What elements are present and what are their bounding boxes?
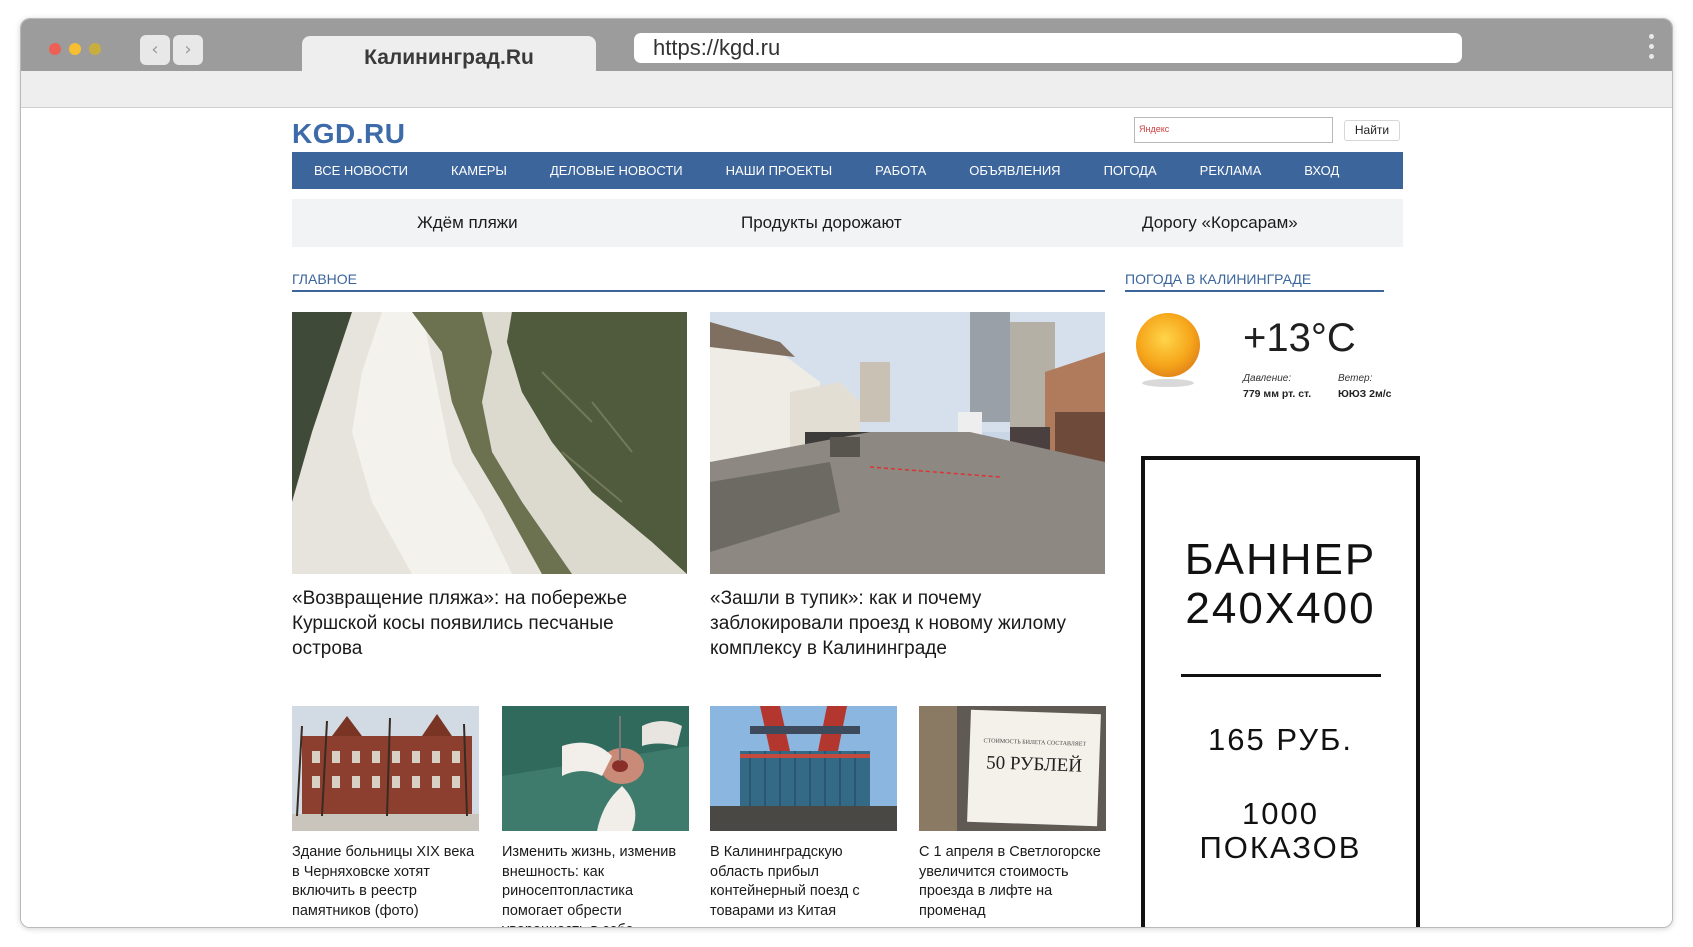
- hot-topics-bar: Ждём пляжи Продукты дорожают Дорогу «Кор…: [292, 199, 1403, 247]
- section-divider: [292, 290, 1105, 292]
- search-input[interactable]: Яндекс: [1134, 117, 1333, 143]
- nav-item-cameras[interactable]: КАМЕРЫ: [451, 152, 507, 189]
- big-story-title[interactable]: «Зашли в тупик»: как и почему заблокиров…: [710, 586, 1105, 661]
- site-logo[interactable]: KGD.RU: [292, 118, 405, 150]
- browser-window: ‹ › Калининград.Ru https://kgd.ru KGD.RU…: [20, 18, 1673, 928]
- sign-heading: СТОИМОСТЬ БИЛЕТА СОСТАВЛЯЕТ: [983, 738, 1087, 748]
- price-sign: СТОИМОСТЬ БИЛЕТА СОСТАВЛЯЕТ 50 РУБЛЕЙ: [967, 709, 1101, 827]
- banner-impressions-label: ПОКАЗОВ: [1199, 830, 1362, 865]
- nav-item-projects[interactable]: НАШИ ПРОЕКТЫ: [726, 152, 832, 189]
- main-section-title: ГЛАВНОЕ: [292, 271, 357, 287]
- back-button[interactable]: ‹: [140, 35, 170, 65]
- pressure-value: 779 мм рт. ст.: [1243, 388, 1312, 400]
- pressure-label: Давление:: [1243, 373, 1292, 384]
- ad-banner-placeholder[interactable]: БАННЕР 240X400 165 РУБ. 1000 ПОКАЗОВ: [1141, 456, 1420, 927]
- nav-item-weather[interactable]: ПОГОДА: [1104, 152, 1157, 189]
- window-controls: [49, 43, 101, 55]
- search-button[interactable]: Найти: [1344, 120, 1400, 141]
- small-story-title[interactable]: В Калининградскую область прибыл контейн…: [710, 843, 897, 921]
- nav-item-jobs[interactable]: РАБОТА: [875, 152, 926, 189]
- blocked-street-photo[interactable]: [710, 312, 1105, 574]
- small-story-title[interactable]: С 1 апреля в Светлогорске увеличится сто…: [919, 843, 1106, 921]
- ticket-price-sign-photo[interactable]: СТОИМОСТЬ БИЛЕТА СОСТАВЛЯЕТ 50 РУБЛЕЙ: [919, 706, 1106, 831]
- banner-divider: [1181, 674, 1381, 677]
- small-story-title[interactable]: Изменить жизнь, изменив внешность: как р…: [502, 843, 689, 927]
- big-story-title[interactable]: «Возвращение пляжа»: на побережье Куршск…: [292, 586, 687, 661]
- weather-temperature: +13°C: [1243, 316, 1356, 360]
- address-bar[interactable]: https://kgd.ru: [634, 33, 1462, 63]
- sign-price: 50 РУБЛЕЙ: [985, 752, 1083, 777]
- nav-item-all-news[interactable]: ВСЕ НОВОСТИ: [314, 152, 408, 189]
- nav-item-login[interactable]: ВХОД: [1304, 152, 1339, 189]
- banner-size: 240X400: [1185, 584, 1376, 633]
- section-divider: [1125, 290, 1384, 292]
- wind-label: Ветер:: [1338, 373, 1373, 384]
- nav-item-business-news[interactable]: ДЕЛОВЫЕ НОВОСТИ: [550, 152, 683, 189]
- browser-tab[interactable]: Калининград.Ru: [302, 36, 596, 74]
- hot-topic-link[interactable]: Ждём пляжи: [417, 213, 518, 233]
- hot-topic-link[interactable]: Дорогу «Корсарам»: [1142, 213, 1298, 233]
- banner-price: 165 РУБ.: [1208, 722, 1353, 757]
- wind-value: ЮЮЗ 2м/с: [1338, 388, 1392, 400]
- browser-titlebar: ‹ › Калининград.Ru https://kgd.ru: [21, 19, 1672, 74]
- browser-menu-icon[interactable]: [1649, 34, 1655, 59]
- weather-section-title[interactable]: ПОГОДА В КАЛИНИНГРАДЕ: [1125, 271, 1311, 287]
- minimize-window-button[interactable]: [69, 43, 81, 55]
- browser-toolbar: [21, 71, 1672, 108]
- container-crane-photo[interactable]: [710, 706, 897, 831]
- close-window-button[interactable]: [49, 43, 61, 55]
- banner-title: БАННЕР: [1184, 535, 1377, 584]
- aerial-beach-photo[interactable]: [292, 312, 687, 574]
- web-page: KGD.RU Яндекс Найти ВСЕ НОВОСТИ КАМЕРЫ Д…: [21, 109, 1672, 927]
- banner-impressions-count: 1000: [1242, 796, 1319, 831]
- forward-button[interactable]: ›: [173, 35, 203, 65]
- nav-item-advertising[interactable]: РЕКЛАМА: [1200, 152, 1262, 189]
- main-navigation: ВСЕ НОВОСТИ КАМЕРЫ ДЕЛОВЫЕ НОВОСТИ НАШИ …: [292, 152, 1403, 189]
- door-frame: [919, 706, 957, 831]
- surgery-photo[interactable]: [502, 706, 689, 831]
- nav-item-classifieds[interactable]: ОБЪЯВЛЕНИЯ: [969, 152, 1060, 189]
- hospital-building-photo[interactable]: [292, 706, 479, 831]
- zoom-window-button[interactable]: [89, 43, 101, 55]
- small-story-title[interactable]: Здание больницы XIX века в Черняховске х…: [292, 843, 479, 921]
- hot-topic-link[interactable]: Продукты дорожают: [741, 213, 902, 233]
- sun-icon: [1130, 307, 1208, 398]
